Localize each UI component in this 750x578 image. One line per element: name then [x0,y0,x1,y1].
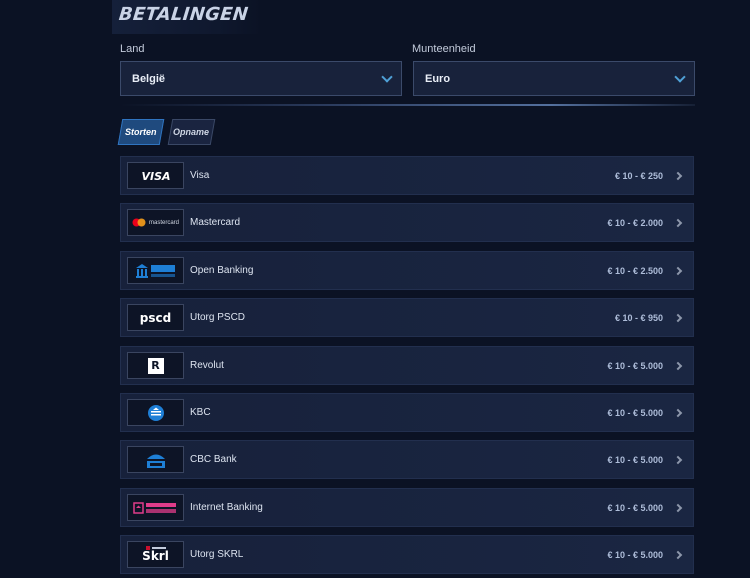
payment-method-name: Internet Banking [190,502,263,513]
revolut-logo-text: R [151,359,160,372]
payment-method-range: € 10 - € 2.000 [607,217,663,228]
mastercard-logo-text: mastercard [148,219,179,226]
page-title: BETALINGEN [117,4,250,25]
currency-select[interactable]: Euro [413,61,695,96]
payment-method-row-utorg-skrl[interactable]: Skrl Utorg SKRL € 10 - € 5.000 [120,535,694,574]
skrill-logo-text: Skrl [142,549,169,563]
chevron-right-icon [673,361,683,370]
chevron-right-icon [673,503,683,512]
visa-logo: VISA [127,162,184,189]
chevron-down-icon [381,70,393,83]
revolut-logo: R [127,352,184,379]
payment-method-name: Revolut [190,360,224,371]
payment-method-name: Mastercard [190,217,241,228]
payment-method-name: Visa [190,170,210,181]
country-select[interactable]: België [120,61,402,96]
payment-method-row-internet-banking[interactable]: Internet Banking € 10 - € 5.000 [120,488,694,527]
payment-method-range: € 10 - € 5.000 [607,407,663,418]
chevron-right-icon [673,408,683,417]
payment-method-range: € 10 - € 5.000 [607,454,663,465]
payment-method-row-mastercard[interactable]: mastercard Mastercard € 10 - € 2.000 [120,203,694,242]
payment-method-range: € 10 - € 5.000 [607,549,663,560]
payment-method-range: € 10 - € 250 [614,170,663,181]
payment-method-range: € 10 - € 2.500 [607,265,663,276]
internet-banking-logo [127,494,184,521]
payment-method-name: CBC Bank [190,454,237,465]
payment-method-range: € 10 - € 5.000 [607,360,663,371]
payment-method-name: Utorg SKRL [190,549,244,560]
svg-text:VISA: VISA [141,170,170,183]
chevron-right-icon [673,171,683,180]
pscd-logo-text: pscd [139,310,172,325]
pscd-logo: pscd [127,304,184,331]
payment-method-row-cbc-bank[interactable]: CBC Bank € 10 - € 5.000 [120,440,694,479]
payment-method-row-visa[interactable]: VISA Visa € 10 - € 250 [120,156,694,195]
chevron-right-icon [673,455,683,464]
payment-method-name: Open Banking [190,265,254,276]
payment-method-row-revolut[interactable]: R Revolut € 10 - € 5.000 [120,346,694,385]
tab-deposit[interactable]: Storten [117,119,165,145]
chevron-right-icon [673,266,683,275]
payment-method-name: Utorg PSCD [190,312,246,323]
country-select-value: België [132,72,166,85]
payment-method-name: KBC [190,407,211,418]
payment-method-range: € 10 - € 950 [614,312,663,323]
tab-label: Storten [125,127,157,137]
chevron-down-icon [674,70,686,83]
payment-method-row-open-banking[interactable]: Open Banking € 10 - € 2.500 [120,251,694,290]
tab-label: Opname [173,127,210,137]
country-label: Land [120,43,145,55]
section-divider [120,104,695,106]
payment-method-row-kbc[interactable]: KBC € 10 - € 5.000 [120,393,694,432]
bank-transfer-logo [127,257,184,284]
tab-withdraw[interactable]: Opname [167,119,216,145]
payment-method-row-utorg-pscd[interactable]: pscd Utorg PSCD € 10 - € 950 [120,298,694,337]
currency-select-value: Euro [425,72,451,85]
currency-label: Munteenheid [412,43,476,55]
payment-method-range: € 10 - € 5.000 [607,502,663,513]
mastercard-logo: mastercard [127,209,184,236]
kbc-logo [127,399,184,426]
chevron-right-icon [673,550,683,559]
chevron-right-icon [673,218,683,227]
skrill-logo: Skrl [127,541,184,568]
cbc-logo [127,446,184,473]
chevron-right-icon [673,313,683,322]
